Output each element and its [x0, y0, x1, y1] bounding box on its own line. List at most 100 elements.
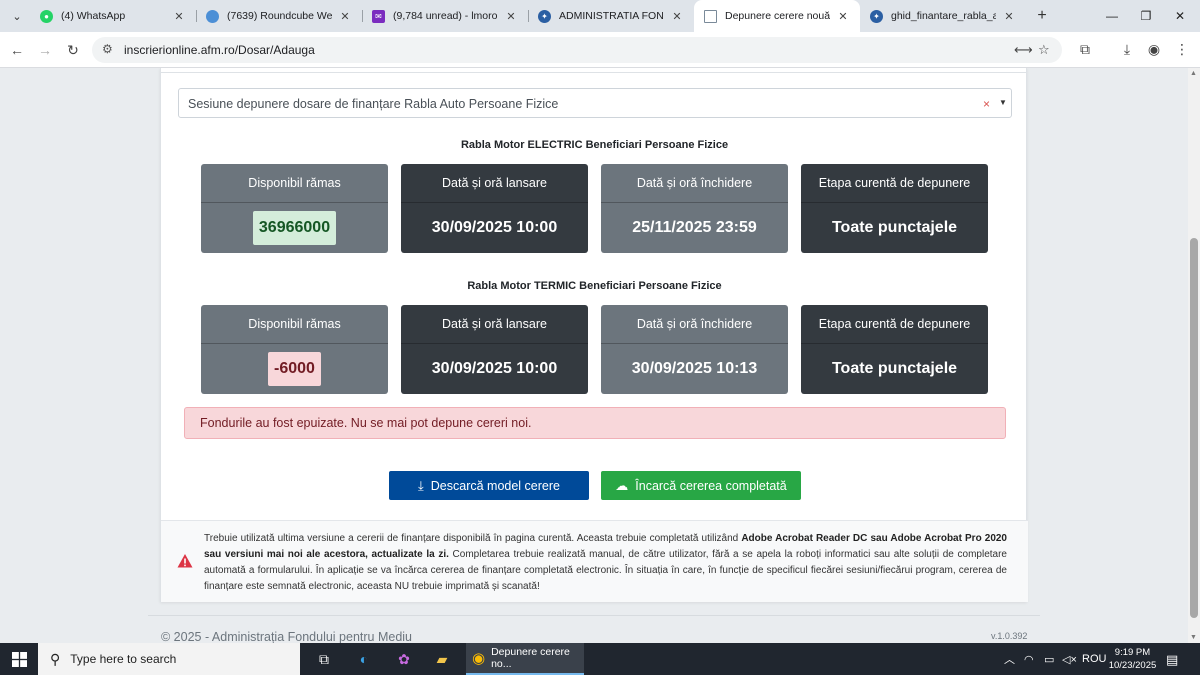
- close-icon[interactable]: ✕: [338, 10, 352, 23]
- tab-title: ADMINISTRATIA FONDULUI: [559, 10, 664, 22]
- tab-title: (9,784 unread) - lmoroianu: [393, 10, 498, 22]
- address-bar[interactable]: ⚙ inscrierionline.afm.ro/Dosar/Adauga ⟷ …: [92, 37, 1062, 63]
- page-scrollbar[interactable]: ▲ ▼: [1188, 68, 1200, 643]
- volume-icon[interactable]: ◁×: [1062, 643, 1077, 675]
- roundcube-icon: [206, 9, 219, 23]
- new-tab-plus-icon[interactable]: +: [1032, 6, 1052, 26]
- input-language[interactable]: ROU: [1082, 643, 1106, 675]
- document-icon: [704, 9, 717, 23]
- download-template-label: Descarcă model cerere: [430, 478, 560, 493]
- notice-text-part: Trebuie utilizată ultima versiune a cere…: [204, 533, 742, 544]
- window-close-icon[interactable]: ✕: [1158, 0, 1200, 32]
- stat-label: Dată și oră închidere: [601, 164, 788, 203]
- footer-divider: [148, 615, 1040, 616]
- stat-launch-termic: Dată și oră lansare 30/09/2025 10:00: [401, 305, 588, 394]
- stat-close-electric: Dată și oră închidere 25/11/2025 23:59: [601, 164, 788, 253]
- afm-icon: ✦: [538, 9, 551, 23]
- more-menu-icon[interactable]: ⋮: [1173, 41, 1191, 58]
- tab-whatsapp[interactable]: ● (4) WhatsApp ✕: [30, 0, 196, 32]
- download-icon: ⤓: [418, 477, 424, 493]
- stat-available-electric: Disponibil rămas 36966000: [201, 164, 388, 253]
- search-icon: ⚲: [50, 650, 61, 667]
- session-select-value: Sesiune depunere dosare de finanțare Rab…: [188, 97, 559, 111]
- close-icon[interactable]: ✕: [836, 10, 850, 23]
- stat-value: 25/11/2025 23:59: [632, 219, 757, 236]
- extensions-puzzle-icon[interactable]: ⧉: [1076, 41, 1094, 58]
- tab-yahoo-mail[interactable]: ✉ (9,784 unread) - lmoroianu ✕: [362, 0, 528, 32]
- close-icon[interactable]: ✕: [1002, 10, 1016, 23]
- close-icon[interactable]: ✕: [504, 10, 518, 23]
- scroll-down-icon[interactable]: ▼: [1190, 634, 1197, 641]
- available-amount-badge: 36966000: [252, 211, 337, 245]
- stat-label: Dată și oră lansare: [401, 164, 588, 203]
- scrollbar-thumb[interactable]: [1190, 238, 1198, 618]
- reload-icon[interactable]: ↻: [62, 39, 84, 61]
- section-title-termic: Rabla Motor TERMIC Beneficiari Persoane …: [467, 280, 722, 292]
- stat-available-termic: Disponibil rămas -6000: [201, 305, 388, 394]
- close-icon[interactable]: ✕: [172, 10, 186, 23]
- upload-application-label: Încarcă cererea completată: [635, 478, 787, 493]
- tab-roundcube[interactable]: (7639) Roundcube Webmail ✕: [196, 0, 362, 32]
- taskbar-search-box[interactable]: ⚲ Type here to search: [38, 643, 300, 675]
- stat-label: Etapa curentă de depunere: [801, 305, 988, 344]
- chevron-down-icon[interactable]: ▼: [999, 98, 1007, 107]
- taskbar-clock[interactable]: 9:19 PM 10/23/2025: [1105, 646, 1160, 672]
- translate-icon[interactable]: ⟷: [1014, 42, 1033, 58]
- task-view-icon[interactable]: ⧉: [306, 643, 342, 675]
- footer-copyright: © 2025 - Administrația Fondului pentru M…: [161, 630, 413, 643]
- whatsapp-icon: ●: [40, 9, 53, 23]
- stat-close-termic: Dată și oră închidere 30/09/2025 10:13: [601, 305, 788, 394]
- battery-icon[interactable]: ▭: [1044, 643, 1054, 675]
- section-title-electric: Rabla Motor ELECTRIC Beneficiari Persoan…: [460, 139, 729, 151]
- tab-title: ghid_finantare_rabla_auto: [891, 10, 996, 22]
- session-select[interactable]: Sesiune depunere dosare de finanțare Rab…: [178, 88, 1012, 118]
- windows-taskbar: ⚲ Type here to search ⧉ ◐ ✿ ▰ ◉ Depunere…: [0, 643, 1200, 675]
- copilot-icon[interactable]: ✿: [386, 643, 422, 675]
- clock-date: 10/23/2025: [1108, 660, 1157, 671]
- tab-ghid-finantare[interactable]: ✦ ghid_finantare_rabla_auto ✕: [860, 0, 1026, 32]
- stat-label: Etapa curentă de depunere: [801, 164, 988, 203]
- stat-value: Toate punctajele: [831, 360, 958, 377]
- back-arrow-icon[interactable]: ←: [6, 39, 28, 61]
- show-hidden-icons-icon[interactable]: ︿: [1004, 643, 1015, 675]
- tab-depunere-cerere[interactable]: Depunere cerere nouă - AFM ✕: [694, 0, 860, 32]
- running-app-title: Depunere cerere no...: [491, 646, 570, 670]
- scroll-up-icon[interactable]: ▲: [1190, 70, 1197, 77]
- taskbar-chrome-window[interactable]: ◉ Depunere cerere no...: [466, 643, 584, 675]
- tab-title: Depunere cerere nouă - AFM: [725, 10, 830, 22]
- address-url[interactable]: inscrierionline.afm.ro/Dosar/Adauga: [124, 43, 315, 57]
- browser-tab-strip: ⌄ ● (4) WhatsApp ✕ (7639) Roundcube Webm…: [0, 0, 1200, 32]
- forward-arrow-icon[interactable]: →: [34, 39, 56, 61]
- close-icon[interactable]: ✕: [670, 10, 684, 23]
- stat-launch-electric: Dată și oră lansare 30/09/2025 10:00: [401, 164, 588, 253]
- browser-toolbar: ← → ↻ ⚙ inscrierionline.afm.ro/Dosar/Ada…: [0, 32, 1200, 68]
- file-explorer-icon[interactable]: ▰: [424, 643, 460, 675]
- stat-value: 30/09/2025 10:13: [631, 360, 758, 377]
- stat-value: Toate punctajele: [831, 219, 958, 236]
- tab-afm-home[interactable]: ✦ ADMINISTRATIA FONDULUI ✕: [528, 0, 694, 32]
- windows-start-icon[interactable]: [0, 643, 38, 675]
- upload-application-button[interactable]: ☁ Încarcă cererea completată: [601, 471, 801, 500]
- edge-browser-icon[interactable]: ◐: [346, 643, 382, 675]
- stat-stage-electric: Etapa curentă de depunere Toate punctaje…: [801, 164, 988, 253]
- stat-value: 30/09/2025 10:00: [431, 360, 558, 377]
- tab-search-chevron-icon[interactable]: ⌄: [6, 5, 28, 27]
- stat-value: 30/09/2025 10:00: [431, 219, 558, 236]
- select-clear-icon[interactable]: ×: [983, 97, 990, 111]
- notification-center-icon[interactable]: ▤: [1166, 652, 1178, 668]
- profile-avatar-icon[interactable]: ◉: [1145, 41, 1163, 58]
- instructions-notice: Trebuie utilizată ultima versiune a cere…: [161, 520, 1028, 602]
- stat-label: Dată și oră lansare: [401, 305, 588, 344]
- stat-label: Disponibil rămas: [201, 164, 388, 203]
- stat-label: Dată și oră închidere: [601, 305, 788, 344]
- clock-time: 9:19 PM: [1114, 647, 1151, 658]
- download-template-button[interactable]: ⤓ Descarcă model cerere: [389, 471, 589, 500]
- bookmark-star-icon[interactable]: ☆: [1038, 42, 1050, 58]
- site-settings-icon[interactable]: ⚙: [102, 42, 113, 56]
- download-icon[interactable]: ⤓: [1118, 41, 1136, 58]
- funds-exhausted-alert: Fondurile au fost epuizate. Nu se mai po…: [184, 407, 1006, 439]
- warning-triangle-icon: [177, 554, 193, 568]
- available-amount-badge: -6000: [268, 352, 321, 386]
- tab-title: (4) WhatsApp: [61, 10, 126, 22]
- network-icon[interactable]: ◠: [1024, 643, 1034, 675]
